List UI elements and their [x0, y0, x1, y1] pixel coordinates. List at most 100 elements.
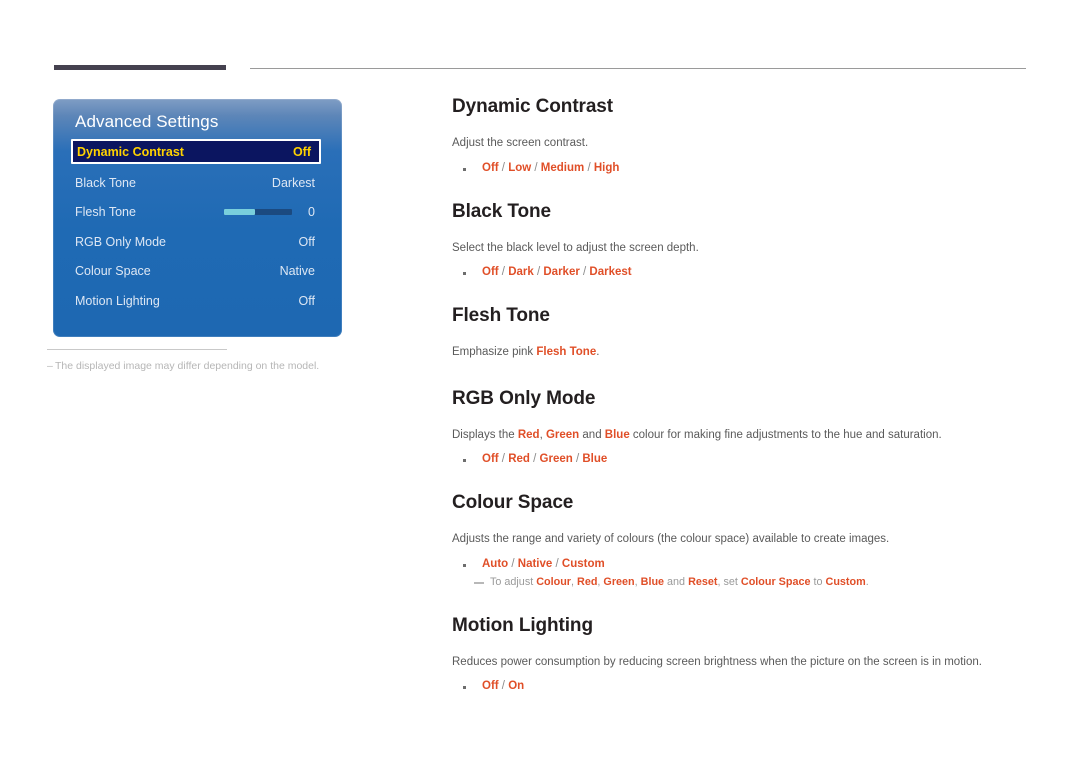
option-separator: / [552, 558, 562, 570]
option-separator: / [530, 453, 540, 465]
header-accent-bar [54, 65, 226, 70]
option-value: Green [540, 453, 573, 465]
option-separator: / [499, 266, 509, 278]
inline-text: To adjust [490, 576, 536, 588]
osd-row-dynamic-contrast[interactable]: Dynamic Contrast Off [71, 139, 321, 164]
inline-text: colour for making fine adjustments to th… [630, 429, 942, 441]
option-value: Auto [482, 558, 508, 570]
section-options-bullet: Off / On [452, 680, 1032, 692]
section-heading: RGB Only Mode [452, 388, 1032, 410]
option-value: High [594, 162, 620, 174]
option-value: Off [482, 266, 499, 278]
option-separator: / [508, 558, 518, 570]
osd-row-motion-lighting[interactable]: Motion Lighting Off [53, 286, 342, 316]
option-value: Dark [508, 266, 534, 278]
osd-row-label: RGB Only Mode [75, 235, 166, 249]
section-description: Displays the Red, Green and Blue colour … [452, 428, 1032, 444]
section-heading: Dynamic Contrast [452, 96, 1032, 118]
osd-row-label: Flesh Tone [75, 205, 136, 219]
section-description: Adjusts the range and variety of colours… [452, 532, 1032, 548]
inline-emphasis: Colour [536, 576, 571, 588]
option-value: Blue [582, 453, 607, 465]
section-options-bullet: Auto / Native / Custom [452, 558, 1032, 570]
osd-row-label: Motion Lighting [75, 294, 160, 308]
inline-text: . [596, 346, 599, 358]
osd-row-black-tone[interactable]: Black Tone Darkest [53, 168, 342, 198]
option-separator: / [499, 453, 509, 465]
documentation-sections: Dynamic Contrast Adjust the screen contra… [452, 96, 1032, 698]
option-separator: / [584, 162, 594, 174]
footnote-text: –The displayed image may differ dependin… [47, 360, 347, 372]
osd-row-slider[interactable] [224, 209, 292, 215]
option-value: Off [482, 453, 499, 465]
option-separator: / [580, 266, 590, 278]
inline-emphasis: Flesh Tone [536, 346, 596, 358]
osd-row-value: Off [299, 294, 315, 308]
osd-row-value: Darkest [272, 176, 315, 190]
osd-menu-title: Advanced Settings [75, 112, 218, 132]
inline-emphasis: Green [546, 429, 579, 441]
option-value: Off [482, 680, 499, 692]
option-separator: / [499, 680, 509, 692]
section-sub-note: To adjust Colour, Red, Green, Blue and R… [452, 576, 1032, 588]
option-separator: / [573, 453, 583, 465]
option-value: Medium [541, 162, 584, 174]
footnote-dash-icon: – [47, 360, 55, 372]
option-value: Custom [562, 558, 605, 570]
option-value: Low [508, 162, 531, 174]
option-value: Native [518, 558, 553, 570]
doc-section-colour-space: Colour Space Adjusts the range and variet… [452, 492, 1032, 588]
option-value: On [508, 680, 524, 692]
doc-section-rgb-only-mode: RGB Only Mode Displays the Red, Green and… [452, 388, 1032, 466]
section-options-bullet: Off / Dark / Darker / Darkest [452, 266, 1032, 278]
inline-emphasis: Colour Space [741, 576, 811, 588]
osd-row-value: Native [280, 264, 315, 278]
option-separator: / [531, 162, 541, 174]
osd-row-value: 0 [308, 205, 315, 219]
footnote-divider [47, 349, 227, 350]
osd-row-label: Dynamic Contrast [77, 145, 184, 159]
section-options-bullet: Off / Low / Medium / High [452, 162, 1032, 174]
option-value: Off [482, 162, 499, 174]
osd-row-label: Black Tone [75, 176, 136, 190]
section-description: Adjust the screen contrast. [452, 136, 1032, 152]
section-description: Select the black level to adjust the scr… [452, 241, 1032, 257]
option-separator: / [534, 266, 544, 278]
osd-menu-row-list: Dynamic Contrast Off Black Tone Darkest Fles… [53, 141, 342, 316]
section-heading: Flesh Tone [452, 305, 1032, 327]
option-value: Red [508, 453, 530, 465]
osd-row-slider-fill [224, 209, 255, 215]
option-separator: / [499, 162, 509, 174]
option-value: Darkest [589, 266, 631, 278]
inline-emphasis: Custom [826, 576, 866, 588]
inline-emphasis: Red [518, 429, 540, 441]
section-description: Emphasize pink Flesh Tone. [452, 345, 1032, 361]
section-description: Reduces power consumption by reducing sc… [452, 655, 1032, 671]
inline-text: Displays the [452, 429, 518, 441]
osd-row-value: Off [293, 145, 311, 159]
header-divider-line [250, 68, 1026, 69]
section-heading: Black Tone [452, 201, 1032, 223]
section-heading: Colour Space [452, 492, 1032, 514]
inline-emphasis: Green [603, 576, 634, 588]
osd-row-label: Colour Space [75, 264, 151, 278]
osd-row-value: Off [299, 235, 315, 249]
option-value: Darker [543, 266, 579, 278]
doc-section-motion-lighting: Motion Lighting Reduces power consumption… [452, 615, 1032, 693]
osd-row-rgb-only-mode[interactable]: RGB Only Mode Off [53, 227, 342, 257]
inline-text: Emphasize pink [452, 346, 536, 358]
inline-emphasis: Blue [605, 429, 630, 441]
doc-section-flesh-tone: Flesh ToneEmphasize pink Flesh Tone. [452, 305, 1032, 361]
osd-menu-panel: Advanced Settings Dynamic Contrast Off Bla… [53, 99, 342, 337]
inline-emphasis: Red [577, 576, 597, 588]
inline-text: and [579, 429, 605, 441]
inline-text: to [811, 576, 826, 588]
osd-row-colour-space[interactable]: Colour Space Native [53, 257, 342, 287]
inline-text: , set [717, 576, 740, 588]
osd-row-flesh-tone[interactable]: Flesh Tone 0 [53, 198, 342, 228]
inline-text: and [664, 576, 688, 588]
section-heading: Motion Lighting [452, 615, 1032, 637]
page-header-rules [0, 0, 1080, 80]
footnote-message: The displayed image may differ depending… [55, 360, 319, 372]
inline-text: . [866, 576, 869, 588]
